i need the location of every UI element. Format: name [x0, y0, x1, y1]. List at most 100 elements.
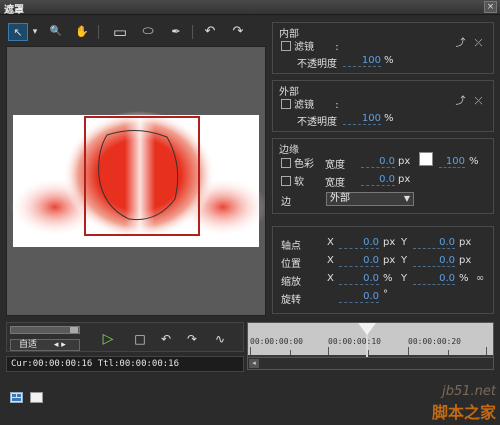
split-view-icon[interactable]: [10, 392, 23, 403]
time-status: Cur:00:00:00:16 Ttl:00:00:00:16: [6, 356, 244, 372]
undo-icon[interactable]: ↶: [202, 23, 218, 41]
fit-label: 自适: [19, 340, 38, 350]
fit-select[interactable]: 自适 ◂ ▸: [10, 339, 80, 351]
anchor-y-unit: px: [459, 237, 472, 248]
inner-filter-checkbox[interactable]: [281, 41, 291, 51]
inner-opacity-unit: %: [384, 55, 394, 66]
rotate-label: 旋转: [281, 295, 301, 306]
edge-side-dropdown[interactable]: 外部 ▼: [326, 192, 414, 206]
edge-soft-row: 软: [281, 173, 304, 188]
ruler-tick: [250, 347, 251, 355]
anchor-x-label: X: [327, 237, 334, 248]
edge-color-swatch[interactable]: [419, 152, 433, 166]
soft-width-unit: px: [398, 174, 411, 185]
dropdown-arrow-icon[interactable]: ▾: [30, 23, 40, 41]
chevron-down-icon: ▼: [403, 194, 410, 203]
watermark: jb51.net 脚本之家: [432, 384, 496, 423]
timeline-scrollbar[interactable]: ◂: [248, 357, 493, 369]
remove-filter-icon[interactable]: ⤫: [473, 97, 484, 107]
inner-filter-row: 滤镜 :: [281, 38, 339, 53]
edge-side-label: 边: [281, 197, 291, 208]
outer-opacity-value[interactable]: 100: [343, 113, 381, 125]
scale-x-value[interactable]: 0.0: [339, 273, 379, 285]
position-x-unit: px: [383, 255, 396, 266]
scale-y-unit: %: [459, 273, 469, 284]
outer-filter-checkbox[interactable]: [281, 99, 291, 109]
timecode-label: 00:00:00:20: [408, 337, 461, 346]
position-x-value[interactable]: 0.0: [339, 255, 379, 267]
close-button[interactable]: ×: [484, 1, 497, 13]
step-forward-button[interactable]: ↷: [183, 331, 201, 347]
inner-opacity-label: 不透明度: [297, 59, 337, 70]
zoom-slider[interactable]: [10, 326, 80, 334]
toolbar: ↖ ▾ 🔍 ✋ ▭ ⬭ ✒ ↶ ↷: [6, 20, 264, 46]
comment-button[interactable]: □: [131, 331, 149, 347]
cur-value: 00:00:00:16: [32, 359, 93, 369]
position-y-value[interactable]: 0.0: [413, 255, 455, 267]
add-filter-icon[interactable]: ⤴: [455, 97, 466, 107]
edge-soft-checkbox[interactable]: [281, 176, 291, 186]
edge-color-label: 色彩: [294, 159, 314, 170]
timecode-label: 00:00:00:00: [250, 337, 303, 346]
ttl-label: Ttl:: [97, 359, 120, 369]
ruler-tick: [368, 350, 369, 355]
ellipse-icon[interactable]: ⬭: [138, 23, 158, 41]
ruler-tick: [486, 347, 487, 355]
pen-icon[interactable]: ✒: [168, 23, 184, 41]
step-back-button[interactable]: ↶: [157, 331, 175, 347]
title-bar: 遮罩 ×: [0, 0, 500, 16]
scroll-left-icon[interactable]: ◂: [249, 359, 259, 368]
rectangle-icon[interactable]: ▭: [110, 23, 130, 41]
transform-section: 轴点 X 0.0 px Y 0.0 px 位置 X 0.0 px Y 0.0 p…: [272, 226, 494, 314]
anchor-x-value[interactable]: 0.0: [339, 237, 379, 249]
outer-filter-row: 滤镜 :: [281, 96, 339, 111]
outer-opacity-unit: %: [384, 113, 394, 124]
edge-width-unit: px: [398, 156, 411, 167]
toolbar-divider: [192, 25, 193, 39]
add-filter-icon[interactable]: ⤴: [455, 39, 466, 49]
anchor-y-value[interactable]: 0.0: [413, 237, 455, 249]
edge-section: 边缘 色彩 宽度 0.0 px 100 % 软 宽度 0.0 px 边 外部 ▼: [272, 138, 494, 214]
edge-percent-value[interactable]: 100: [439, 156, 465, 168]
scale-x-unit: %: [383, 273, 393, 284]
ruler-tick: [408, 347, 409, 355]
position-label: 位置: [281, 259, 301, 270]
timeline-cursor-head[interactable]: [358, 323, 376, 335]
edge-side-value: 外部: [330, 193, 350, 204]
preview-canvas[interactable]: [6, 46, 266, 316]
timeline[interactable]: 00:00:00:00 00:00:00:10 00:00:00:20 ◂: [247, 322, 494, 370]
zoom-icon[interactable]: 🔍: [48, 23, 64, 41]
link-scale-icon[interactable]: ∞: [473, 274, 487, 284]
edge-color-checkbox[interactable]: [281, 158, 291, 168]
play-button[interactable]: ▷: [99, 331, 117, 347]
graph-button[interactable]: ∿: [211, 331, 229, 347]
select-arrow-icon[interactable]: ↖: [8, 23, 28, 41]
anchor-label: 轴点: [281, 241, 301, 252]
rotate-unit: °: [383, 289, 388, 300]
position-x-label: X: [327, 255, 334, 266]
scale-y-value[interactable]: 0.0: [413, 273, 455, 285]
anchor-x-unit: px: [383, 237, 396, 248]
toolbar-divider: [98, 25, 99, 39]
watermark-brand: 脚本之家: [431, 403, 496, 422]
fit-arrows-icon: ◂ ▸: [53, 340, 66, 350]
scale-label: 缩放: [281, 277, 301, 288]
inner-opacity-value[interactable]: 100: [343, 55, 381, 67]
edge-width-value[interactable]: 0.0: [361, 156, 395, 168]
redo-icon[interactable]: ↷: [230, 23, 246, 41]
position-y-label: Y: [401, 255, 408, 266]
rotate-value[interactable]: 0.0: [339, 291, 379, 303]
single-view-icon[interactable]: [30, 392, 43, 403]
mask-preview-image: [10, 111, 265, 247]
remove-filter-icon[interactable]: ⤫: [473, 39, 484, 49]
ruler-tick: [328, 347, 329, 355]
watermark-site: jb51.net: [442, 384, 496, 399]
slider-thumb[interactable]: [70, 327, 78, 333]
hand-icon[interactable]: ✋: [74, 23, 90, 41]
outer-opacity-label: 不透明度: [297, 117, 337, 128]
timecode-label: 00:00:00:10: [328, 337, 381, 346]
inner-filter-colon: :: [335, 42, 339, 53]
soft-width-value[interactable]: 0.0: [361, 174, 395, 186]
edge-color-row: 色彩: [281, 155, 314, 170]
inner-filter-label: 滤镜: [294, 42, 314, 53]
